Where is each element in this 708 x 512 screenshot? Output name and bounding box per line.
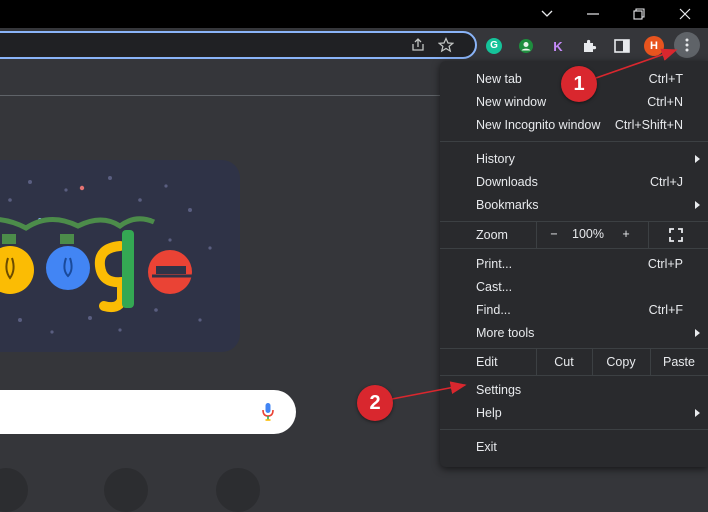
menu-item-label: New Incognito window	[476, 118, 601, 132]
doodle-art-icon	[0, 176, 212, 334]
menu-item-shortcut: Ctrl+P	[647, 257, 683, 271]
browser-toolbar: G K H	[0, 28, 708, 64]
divider	[536, 222, 537, 248]
chevron-right-icon	[695, 201, 700, 209]
zoom-out-button[interactable]: −	[544, 223, 564, 245]
divider	[648, 222, 649, 248]
grammarly-icon: G	[486, 38, 502, 54]
menu-separator	[440, 248, 708, 249]
green-extension[interactable]	[514, 34, 538, 58]
share-button[interactable]	[406, 33, 430, 57]
zoom-in-button[interactable]: +	[616, 223, 636, 245]
avatar: H	[644, 36, 664, 56]
menu-item-shortcut: Ctrl+N	[647, 95, 683, 109]
menu-item-label: More tools	[476, 326, 535, 340]
menu-item-label: Find...	[476, 303, 511, 317]
minimize-window-button[interactable]	[570, 0, 616, 28]
zoom-level: 100%	[572, 227, 604, 241]
menu-item-label: History	[476, 152, 515, 166]
grammarly-extension[interactable]: G	[482, 34, 506, 58]
menu-item-shortcut: Ctrl+J	[650, 175, 683, 189]
menu-item-label: Exit	[476, 440, 497, 454]
bookmark-star-button[interactable]	[434, 33, 458, 57]
chevron-right-icon	[695, 329, 700, 337]
kebab-menu-icon	[685, 38, 689, 52]
microphone-icon[interactable]	[262, 402, 274, 422]
side-panel-button[interactable]	[610, 34, 634, 58]
address-bar[interactable]	[0, 31, 477, 59]
person-badge-icon	[519, 39, 533, 53]
menu-separator	[440, 348, 708, 349]
menu-item-label: Bookmarks	[476, 198, 539, 212]
menu-item-label: New window	[476, 95, 547, 109]
title-bar	[0, 0, 708, 28]
fullscreen-icon[interactable]	[669, 228, 683, 242]
menu-item-label: Edit	[476, 355, 498, 369]
menu-item-label: Print...	[476, 257, 513, 271]
chrome-menu-button[interactable]	[674, 32, 700, 58]
menu-item-label: Settings	[476, 383, 522, 397]
star-icon	[438, 37, 454, 53]
restore-icon	[633, 8, 645, 20]
side-panel-icon	[614, 39, 630, 53]
k-extension[interactable]: K	[546, 34, 570, 58]
search-input[interactable]	[0, 390, 296, 434]
minimize-button[interactable]	[524, 0, 570, 28]
menu-item-shortcut: Ctrl+Shift+N	[614, 118, 683, 132]
menu-separator	[440, 141, 708, 142]
menu-item-label: Help	[476, 406, 502, 420]
chevron-right-icon	[695, 409, 700, 417]
cut-button[interactable]: Cut	[536, 351, 592, 373]
divider	[0, 95, 440, 96]
shortcut-tile[interactable]	[104, 468, 148, 512]
chevron-down-icon	[541, 10, 553, 17]
menu-item-shortcut: Ctrl+T	[648, 72, 683, 86]
menu-item-label: New tab	[476, 72, 522, 86]
google-doodle[interactable]	[0, 160, 240, 352]
menu-separator	[440, 429, 708, 430]
k-extension-icon: K	[553, 38, 563, 54]
menu-item-label: Downloads	[476, 175, 538, 189]
close-icon	[679, 8, 691, 20]
shortcut-tile[interactable]	[216, 468, 260, 512]
copy-button[interactable]: Copy	[592, 351, 650, 373]
menu-separator	[440, 375, 708, 376]
share-icon	[412, 38, 424, 51]
chevron-right-icon	[695, 155, 700, 163]
paste-button[interactable]: Paste	[650, 351, 708, 373]
menu-item-label: Zoom	[476, 228, 508, 242]
annotation-badge-1: 1	[561, 66, 597, 102]
restore-button[interactable]	[616, 0, 662, 28]
menu-item-label: Cast...	[476, 280, 513, 294]
menu-separator	[440, 221, 708, 222]
menu-item-shortcut: Ctrl+F	[648, 303, 683, 317]
profile-button[interactable]: H	[642, 34, 666, 58]
close-window-button[interactable]	[662, 0, 708, 28]
extensions-button[interactable]	[578, 34, 602, 58]
chrome-main-menu: New tab Ctrl+T New window Ctrl+N New Inc…	[440, 61, 708, 467]
minimize-icon	[587, 13, 599, 15]
shortcut-tile[interactable]	[0, 468, 28, 512]
puzzle-icon	[584, 39, 597, 52]
annotation-badge-2: 2	[357, 385, 393, 421]
